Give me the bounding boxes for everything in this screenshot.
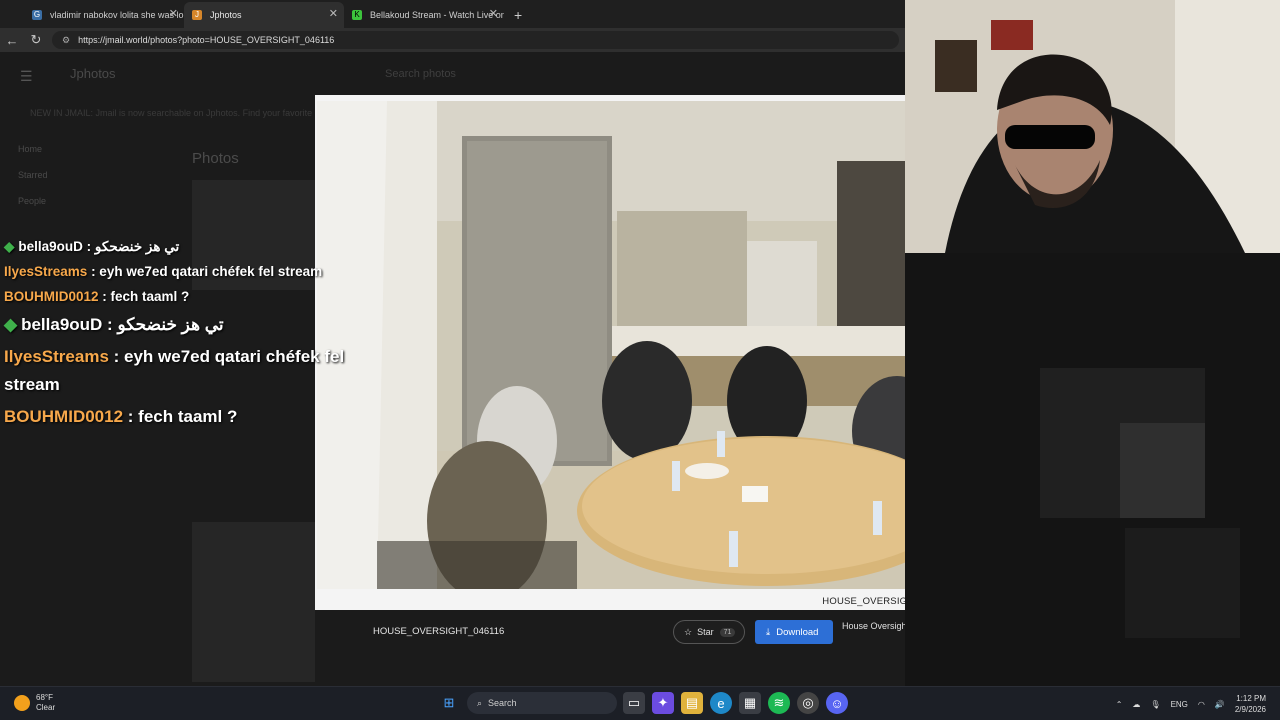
- stream-chat: ◆ bella9ouD : تي هز خنضحكو IlyesStreams :…: [0, 236, 345, 435]
- site-info-icon[interactable]: ⚙: [62, 35, 70, 46]
- tab-label: Bellakoud Stream - Watch Live on: [370, 10, 504, 20]
- clock-time: 1:12 PM: [1236, 694, 1266, 703]
- chat-message: ◆ bella9ouD : تي هز خنضحكو: [0, 311, 345, 339]
- system-tray: ⌃ ☁ 🎙 ENG ◠ 🔊 1:12 PM 2/9/2026: [1116, 687, 1280, 720]
- star-label: Star: [697, 627, 714, 637]
- meeting-room-photo: [317, 101, 963, 589]
- close-icon[interactable]: ✕: [329, 7, 338, 20]
- chat-text: : fech taaml ?: [98, 289, 190, 304]
- chat-message: IlyesStreams : eyh we7ed qatari chéfek f…: [0, 343, 345, 399]
- weather-temp: 68°F: [36, 693, 53, 702]
- globe-icon: G: [32, 10, 42, 20]
- chat-message: IlyesStreams : eyh we7ed qatari chéfek f…: [0, 261, 345, 282]
- reload-icon[interactable]: ↻: [24, 32, 48, 48]
- chat-username: bella9ouD: [21, 315, 103, 334]
- photo-thumbnail[interactable]: [192, 522, 315, 682]
- url-field[interactable]: ⚙ https://jmail.world/photos?photo=HOUSE…: [52, 31, 899, 49]
- chat-username: bella9ouD: [18, 239, 83, 254]
- brand-logo[interactable]: Jphotos: [70, 66, 116, 81]
- webcam-video: [905, 0, 1280, 253]
- chat-username: BOUHMID0012: [4, 289, 99, 304]
- photo-owner[interactable]: House Oversight: [842, 621, 909, 631]
- taskbar-search[interactable]: ⌕ Search: [467, 692, 617, 714]
- tab-label: vladimir nabokov lolita she was lo: [50, 10, 184, 20]
- page-title: Photos: [192, 150, 239, 167]
- photos-icon: J: [192, 10, 202, 20]
- page-header: ☰ Jphotos Search photos: [0, 52, 905, 96]
- back-icon[interactable]: ←: [0, 33, 24, 48]
- photo-lightbox: HOUSE_OVERSIGHT_046116: [315, 95, 965, 610]
- microphone-icon[interactable]: 🎙: [1150, 700, 1160, 709]
- discord-icon[interactable]: ☺: [826, 692, 848, 714]
- chat-text: : تي هز خنضحكو: [82, 239, 180, 254]
- chat-text: : تي هز خنضحكو: [102, 315, 224, 334]
- chrome-icon[interactable]: ◎: [797, 692, 819, 714]
- clock[interactable]: 1:12 PM 2/9/2026: [1235, 693, 1266, 715]
- onedrive-icon[interactable]: ☁: [1132, 700, 1140, 709]
- badge-icon: ◆: [4, 239, 15, 254]
- photo-thumbnail: [1125, 528, 1240, 638]
- windows-taskbar: 68°F Clear ⊞ ⌕ Search ▭ ✦ ▤ e ▦ ≋ ◎ ☺ ⌃ …: [0, 686, 1280, 720]
- photo-thumbnail: [1120, 423, 1205, 518]
- taskbar-search-label: Search: [488, 698, 517, 708]
- webcam-overlay: [905, 0, 1280, 253]
- start-icon[interactable]: ⊞: [438, 692, 460, 714]
- file-explorer-icon[interactable]: ▤: [681, 692, 703, 714]
- chat-message: BOUHMID0012 : fech taaml ?: [0, 403, 345, 431]
- copilot-icon[interactable]: ✦: [652, 692, 674, 714]
- sidebar-item-people[interactable]: People: [18, 196, 46, 206]
- chat-username: IlyesStreams: [4, 264, 88, 279]
- tab-jphotos[interactable]: J Jphotos ✕: [184, 2, 344, 28]
- clock-date: 2/9/2026: [1234, 705, 1266, 714]
- wifi-icon[interactable]: ◠: [1198, 700, 1205, 709]
- language-indicator[interactable]: ENG: [1171, 700, 1188, 709]
- sidebar-item-starred[interactable]: Starred: [18, 170, 48, 180]
- photo-image[interactable]: [317, 101, 963, 589]
- chat-username: BOUHMID0012: [4, 407, 124, 426]
- volume-icon[interactable]: 🔊: [1215, 700, 1225, 709]
- star-button[interactable]: ☆ Star 71: [673, 620, 745, 644]
- sidebar-item-home[interactable]: Home: [18, 144, 42, 154]
- tab-label: Jphotos: [210, 10, 242, 20]
- star-count: 71: [719, 627, 736, 637]
- edge-icon[interactable]: e: [710, 692, 732, 714]
- new-tab-button[interactable]: +: [504, 2, 522, 28]
- search-input[interactable]: Search photos: [385, 68, 456, 80]
- url-text: https://jmail.world/photos?photo=HOUSE_O…: [78, 35, 335, 45]
- tray-chevron-icon[interactable]: ⌃: [1116, 700, 1123, 709]
- store-icon[interactable]: ▦: [739, 692, 761, 714]
- spotify-icon[interactable]: ≋: [768, 692, 790, 714]
- taskbar-apps: ⊞ ⌕ Search ▭ ✦ ▤ e ▦ ≋ ◎ ☺: [438, 692, 855, 714]
- menu-icon[interactable]: ☰: [20, 68, 33, 85]
- weather-desc: Clear: [36, 703, 56, 712]
- tab-nabokov[interactable]: G vladimir nabokov lolita she was lo ✕: [24, 2, 184, 28]
- browser-tabbar: G vladimir nabokov lolita she was lo ✕ J…: [0, 0, 905, 28]
- tab-bellakoud[interactable]: K Bellakoud Stream - Watch Live on ✕: [344, 2, 504, 28]
- chat-username: IlyesStreams: [4, 347, 109, 366]
- address-bar: ← ↻ ⚙ https://jmail.world/photos?photo=H…: [0, 28, 905, 52]
- task-view-icon[interactable]: ▭: [623, 692, 645, 714]
- badge-icon: ◆: [4, 315, 18, 334]
- chat-text: : fech taaml ?: [123, 407, 238, 426]
- chat-message: BOUHMID0012 : fech taaml ?: [0, 286, 345, 307]
- download-label: Download: [776, 626, 819, 638]
- search-icon: ⌕: [477, 697, 483, 708]
- close-icon[interactable]: ✕: [489, 7, 498, 20]
- download-icon: ⤓: [766, 626, 771, 638]
- kick-icon: K: [352, 10, 362, 20]
- weather-icon: [14, 695, 30, 711]
- screen: G vladimir nabokov lolita she was lo ✕ J…: [0, 0, 1280, 720]
- chat-text: : eyh we7ed qatari chéfek fel stream: [87, 264, 323, 279]
- photo-filename: HOUSE_OVERSIGHT_046116: [373, 626, 505, 637]
- dimmed-background: [905, 253, 1280, 686]
- download-button[interactable]: ⤓ Download: [755, 620, 833, 644]
- star-icon: ☆: [684, 626, 693, 637]
- chat-message: ◆ bella9ouD : تي هز خنضحكو: [0, 236, 345, 257]
- close-icon[interactable]: ✕: [169, 7, 178, 20]
- weather-widget[interactable]: 68°F Clear: [14, 693, 55, 713]
